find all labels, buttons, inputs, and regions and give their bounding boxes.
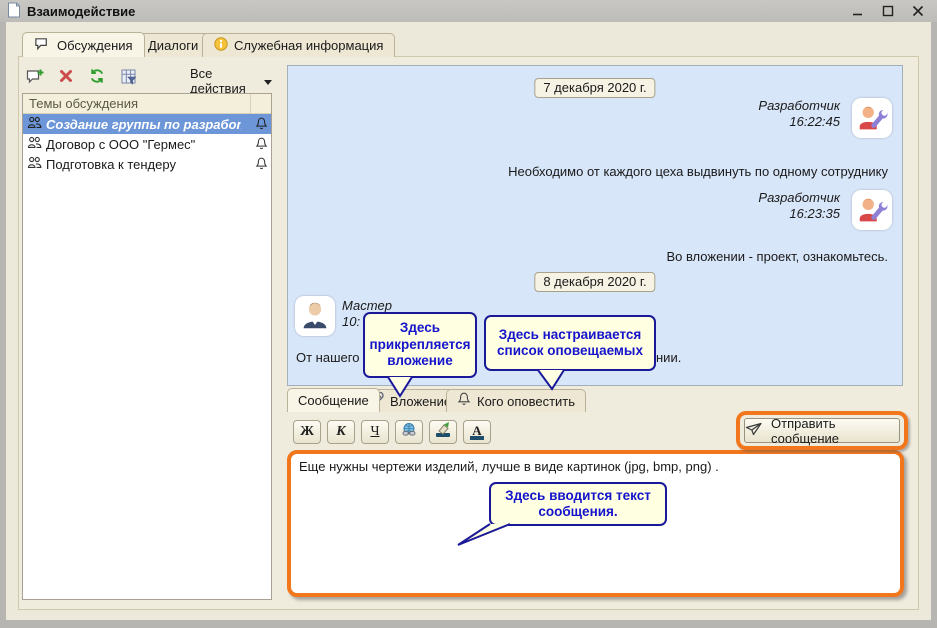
message-author: Разработчик [758, 98, 840, 114]
minimize-button[interactable] [849, 3, 867, 19]
maximize-button[interactable] [879, 3, 897, 19]
topic-row-2[interactable]: Договор с ООО "Гермес" [23, 134, 271, 154]
bell-icon [457, 392, 471, 410]
document-icon [7, 2, 21, 21]
callout-message: Здесь вводится текст сообщения. [489, 482, 667, 526]
font-color-icon: А [470, 425, 484, 440]
new-topic-button[interactable] [24, 65, 46, 87]
callout-attachment: Здесь прикрепляется вложение [363, 312, 477, 378]
bell-icon [255, 137, 268, 154]
tab-notify[interactable]: Кого оповестить [446, 389, 586, 412]
date-separator: 8 декабря 2020 г. [534, 272, 655, 292]
tab-discussions[interactable]: Обсуждения [22, 32, 145, 57]
titlebar: Взаимодействие [0, 0, 937, 22]
close-button[interactable] [909, 3, 927, 19]
application-window: Взаимодействие Обсуждения Диалоги [0, 0, 937, 628]
delete-topic-button[interactable] [55, 65, 77, 87]
topic-row-3[interactable]: Подготовка к тендеру [23, 154, 271, 174]
callout-message-text: Здесь вводится текст сообщения. [497, 488, 659, 521]
callout-notify: Здесь настраивается список оповещаемых [484, 315, 656, 371]
tab-service-info[interactable]: Служебная информация [202, 33, 395, 57]
bell-icon [255, 117, 268, 134]
message-text-fragment: От нашего ц [296, 350, 371, 365]
message-time: 16:23:35 [758, 206, 840, 222]
message-author: Разработчик [758, 190, 840, 206]
message-text: Во вложении - проект, ознакомьтесь. [666, 249, 888, 264]
italic-button[interactable]: К [327, 420, 355, 444]
people-group-icon [27, 116, 42, 132]
callout-message-tail [452, 522, 514, 548]
message-meta: Разработчик 16:22:45 [758, 98, 840, 130]
link-button[interactable] [395, 420, 423, 444]
tab-message-label: Сообщение [298, 393, 369, 408]
column-divider [250, 94, 251, 113]
link-icon [400, 422, 418, 443]
refresh-button[interactable] [86, 65, 108, 87]
people-group-icon [27, 136, 42, 152]
message-input-text: Еще нужны чертежи изделий, лучше в виде … [299, 459, 719, 474]
callout-attachment-tail [380, 376, 420, 398]
tab-service-info-label: Служебная информация [234, 38, 383, 53]
people-group-icon [27, 156, 42, 172]
font-color-label: А [472, 425, 481, 436]
topics-header-label: Темы обсуждения [29, 96, 138, 111]
highlight-icon [434, 421, 452, 443]
info-icon [214, 37, 228, 54]
developer-avatar [852, 98, 892, 138]
message-text-fragment: нии. [656, 350, 681, 365]
topic-label: Договор с ООО "Гермес" [46, 137, 195, 152]
tab-message[interactable]: Сообщение [287, 388, 380, 412]
all-actions-button[interactable]: Все действия [190, 66, 272, 96]
send-plane-icon [745, 422, 763, 439]
topic-row-1[interactable]: Создание группы по разработк... [23, 114, 271, 134]
bold-button[interactable]: Ж [293, 420, 321, 444]
tab-notify-label: Кого оповестить [477, 394, 575, 409]
discussion-bubble-icon [34, 37, 51, 54]
date-separator: 7 декабря 2020 г. [534, 78, 655, 98]
send-message-label: Отправить сообщение [771, 416, 899, 446]
underline-button[interactable]: Ч [361, 420, 389, 444]
chevron-down-icon [264, 80, 272, 85]
topics-list: Темы обсуждения Создание группы по разра… [22, 93, 272, 600]
configure-list-icon[interactable] [117, 65, 139, 87]
bold-label: Ж [300, 424, 314, 440]
highlight-color-button[interactable] [429, 420, 457, 444]
callout-notify-text: Здесь настраивается список оповещаемых [492, 327, 648, 360]
bell-icon [255, 157, 268, 174]
master-avatar [295, 296, 335, 336]
tab-discussions-label: Обсуждения [57, 38, 133, 53]
message-meta: Разработчик 16:23:35 [758, 190, 840, 222]
topics-list-header[interactable]: Темы обсуждения [23, 94, 271, 114]
message-time: 16:22:45 [758, 114, 840, 130]
topic-label: Создание группы по разработк... [46, 117, 241, 132]
message-text: Необходимо от каждого цеха выдвинуть по … [508, 164, 888, 179]
callout-notify-tail [528, 369, 570, 391]
font-color-button[interactable]: А [463, 420, 491, 444]
italic-label: К [336, 424, 346, 440]
all-actions-label: Все действия [190, 66, 260, 96]
developer-avatar [852, 190, 892, 230]
topic-label: Подготовка к тендеру [46, 157, 176, 172]
send-message-button[interactable]: Отправить сообщение [744, 418, 900, 443]
tab-dialogs-label: Диалоги [148, 38, 198, 53]
callout-attachment-text: Здесь прикрепляется вложение [370, 320, 471, 369]
underline-label: Ч [370, 424, 379, 440]
window-title: Взаимодействие [27, 4, 135, 19]
